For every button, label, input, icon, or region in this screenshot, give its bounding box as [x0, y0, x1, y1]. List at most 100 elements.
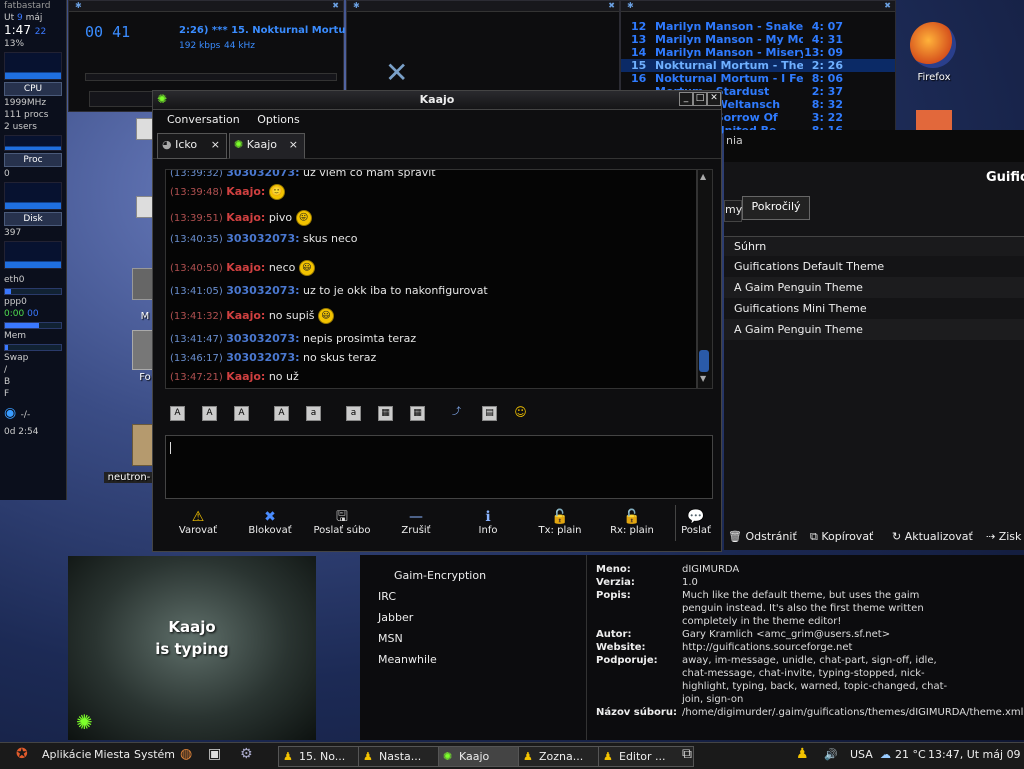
theme-list-header[interactable]: Súhrn [724, 236, 1024, 258]
fs1-label[interactable]: / [4, 365, 62, 376]
playlist-row[interactable]: 16 Nokturnal Mortum - I Feel The B 8: 06 [621, 72, 895, 85]
warn-button[interactable]: ⚠ Varovať [163, 509, 233, 536]
ubuntu-icon[interactable]: ✪ [16, 746, 28, 762]
editor-launcher-icon[interactable]: ▣ [208, 746, 221, 762]
sysmon-eye-icon[interactable]: ◉ -/- [4, 406, 62, 421]
plugin-item[interactable]: Gaim-Encryption [378, 565, 578, 586]
block-button[interactable]: ✖ Blokovať [235, 509, 305, 536]
clock[interactable]: 13:47, Ut máj 09 [928, 748, 1021, 761]
disk-header[interactable]: Disk [4, 212, 62, 226]
underline-icon[interactable]: A [234, 406, 249, 421]
menu-places[interactable]: Miesta [94, 748, 130, 761]
cancel-button[interactable]: — Zrušiť [381, 509, 451, 536]
cpu-header[interactable]: CPU [4, 82, 62, 96]
firefox-launcher-icon[interactable]: ◍ [180, 746, 192, 762]
menu-options[interactable]: Options [257, 113, 299, 126]
neutron-label[interactable]: neutron- [104, 472, 154, 483]
plugin-item[interactable]: Meanwhile [378, 649, 578, 670]
user-icon[interactable]: ♟ [796, 746, 809, 762]
tab-advanced[interactable]: Pokročilý [742, 196, 810, 220]
eq-close-icon[interactable]: ✖ [608, 1, 615, 10]
close-icon[interactable]: ✕ [707, 92, 721, 106]
playlist-close-icon[interactable]: ✖ [884, 1, 891, 10]
tab-themes[interactable]: my [724, 200, 742, 222]
playlist-row[interactable]: 12 Marilyn Manson - Snake Eyes and 4: 07 [621, 20, 895, 33]
proc-header[interactable]: Proc [4, 153, 62, 167]
player-titlebar[interactable]: ✱ ✖ [69, 1, 343, 12]
firefox-icon[interactable] [910, 22, 956, 68]
log-scrollbar[interactable]: ▲ ▼ [697, 169, 713, 389]
eq-menu-icon[interactable]: ✱ [353, 1, 360, 10]
task-button[interactable]: ♟ Editor ... [598, 746, 694, 767]
font-face-icon[interactable]: a [346, 406, 361, 421]
tab-kaajo[interactable]: ✺ Kaajo × [229, 133, 305, 159]
eq-titlebar[interactable]: ✱ ✖ [347, 1, 619, 12]
player-menu-icon[interactable]: ✱ [75, 1, 82, 10]
theme-row[interactable]: Guifications Default Theme [724, 256, 1024, 277]
fo-label[interactable]: Fo [138, 372, 152, 383]
prefs-button[interactable]: ⧉ Kopírovať [810, 530, 873, 544]
tools-launcher-icon[interactable]: ⚙ [240, 746, 253, 762]
info-button[interactable]: ℹ Info [453, 509, 523, 536]
plugin-item[interactable]: MSN [378, 628, 578, 649]
plugin-item[interactable]: Jabber [378, 607, 578, 628]
prefs-button[interactable]: ↻ Aktualizovať [892, 530, 973, 543]
menu-conversation[interactable]: Conversation [167, 113, 240, 126]
fs2-label[interactable]: B [4, 377, 62, 388]
workspace-switcher-icon[interactable]: ⧉ [682, 746, 692, 762]
message-log[interactable]: (13:39:32) 303032073: uz viem co mam spr… [165, 169, 697, 389]
plugin-item[interactable]: IRC [378, 586, 578, 607]
link-icon[interactable]: ⤴ [450, 406, 463, 419]
fg-color-icon[interactable]: ▦ [378, 406, 393, 421]
menu-system[interactable]: Systém [134, 748, 175, 761]
close-icon[interactable]: × [211, 134, 220, 156]
maximize-icon[interactable]: □ [693, 92, 707, 106]
prefs-button[interactable]: 🗑 Odstrániť [728, 530, 797, 543]
day-label: Ut [4, 13, 15, 23]
send-file-button[interactable]: 🖫 Poslať súbo [307, 509, 377, 536]
font-smaller-icon[interactable]: a [306, 406, 321, 421]
tab-icko[interactable]: ◕ Icko × [157, 133, 227, 159]
scroll-up-icon[interactable]: ▲ [700, 172, 706, 181]
send-button[interactable]: 💬 Poslať [661, 509, 731, 536]
prefs-button[interactable]: ⇢ Zisk [986, 530, 1021, 543]
playlist-row[interactable]: 14 Marilyn Manson - Misery Machine13: 09 [621, 46, 895, 59]
folder-icon[interactable] [132, 330, 154, 370]
playlist-row[interactable]: 13 Marilyn Manson - My Monkey 4: 31 [621, 33, 895, 46]
smiley-icon[interactable]: ☺ [514, 406, 527, 419]
bg-color-icon[interactable]: ▦ [410, 406, 425, 421]
seek-bar[interactable] [85, 73, 337, 81]
message-input[interactable] [165, 435, 713, 499]
m-label[interactable]: M [138, 311, 152, 322]
theme-row[interactable]: Guifications Mini Theme [724, 298, 1024, 319]
menu-applications[interactable]: Aplikácie [42, 748, 91, 761]
tx-plain-button[interactable]: 🔓 Tx: plain [525, 509, 595, 536]
bold-icon[interactable]: A [170, 406, 185, 421]
image-icon[interactable]: ▤ [482, 406, 497, 421]
font-larger-icon[interactable]: A [274, 406, 289, 421]
keyboard-layout[interactable]: USA [850, 748, 873, 761]
window-titlebar[interactable]: ✺ Kaajo _ □ ✕ [153, 91, 721, 110]
fs3-label[interactable]: F [4, 389, 62, 400]
close-icon[interactable]: × [289, 134, 298, 156]
system-monitor: fatbastard Ut 9 máj 1:47 22 13% CPU 1999… [0, 0, 67, 500]
column-summary[interactable]: Súhrn [734, 240, 766, 253]
typing-notification[interactable]: Kaajo is typing ✺ [68, 556, 316, 740]
minimize-icon[interactable]: _ [679, 92, 693, 106]
playlist-menu-icon[interactable]: ✱ [627, 1, 634, 10]
scroll-thumb[interactable] [699, 350, 709, 372]
volume-icon[interactable]: 🔊 [824, 748, 838, 761]
theme-row[interactable]: A Gaim Penguin Theme [724, 319, 1024, 340]
italic-icon[interactable]: A [202, 406, 217, 421]
rx-plain-button[interactable]: 🔓 Rx: plain [597, 509, 667, 536]
eth-label[interactable]: eth0 [4, 275, 62, 286]
playlist-row[interactable]: 15 Nokturnal Mortum - The Path Of 2: 26 [621, 59, 895, 72]
ppp-label[interactable]: ppp0 [4, 297, 62, 308]
theme-row[interactable]: A Gaim Penguin Theme [724, 277, 1024, 298]
temperature[interactable]: 21 °C [895, 748, 926, 761]
scroll-down-icon[interactable]: ▼ [700, 374, 706, 383]
playlist-titlebar[interactable]: ✱ ✖ [621, 1, 895, 12]
firefox-label[interactable]: Firefox [904, 72, 964, 83]
player-close-icon[interactable]: ✖ [332, 1, 339, 10]
drive-icon[interactable] [132, 268, 154, 300]
